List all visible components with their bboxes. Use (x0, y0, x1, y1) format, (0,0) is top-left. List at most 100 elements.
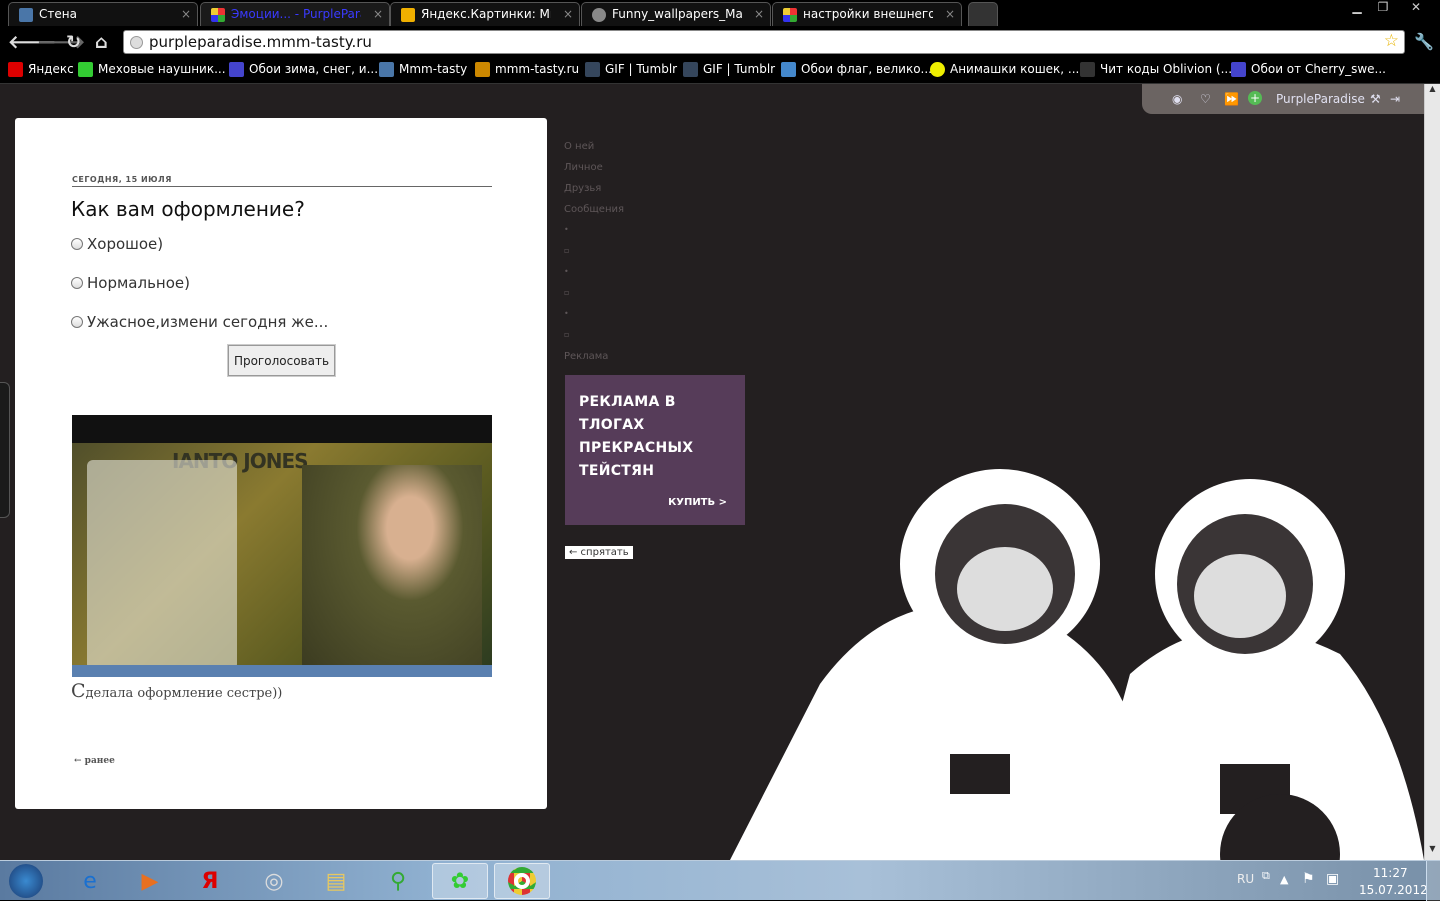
bookmark-item[interactable]: Чит коды Oblivion (... (1080, 62, 1232, 77)
bookmark-item[interactable]: Обои флаг, велико... (781, 62, 932, 77)
username-link[interactable]: PurpleParadise (1276, 92, 1365, 106)
poll-option[interactable]: Нормальное) (71, 274, 190, 292)
vk-icon (379, 62, 394, 77)
close-tab-icon[interactable]: × (181, 7, 191, 21)
menu-item[interactable]: • (564, 309, 569, 318)
bookmark-item[interactable]: mmm-tasty.ru (475, 62, 579, 77)
menu-item[interactable]: Сообщения (564, 204, 624, 215)
icq-icon[interactable]: ✿ (432, 863, 488, 899)
gif-icon (1231, 62, 1246, 77)
fast-forward-icon[interactable]: ⏩ (1224, 92, 1239, 106)
new-tab-button[interactable] (968, 2, 998, 26)
poll-option[interactable]: Хорошое) (71, 235, 163, 253)
url-text: purpleparadise.mmm-tasty.ru (149, 33, 372, 51)
network-switch-icon[interactable]: ⧉ (1262, 869, 1270, 883)
menu-item[interactable]: О ней (564, 141, 594, 152)
bookmark-item[interactable]: Меховые наушник... (78, 62, 226, 77)
astronaut-cats-image (730, 469, 1424, 860)
close-tab-icon[interactable]: × (754, 7, 764, 21)
hide-button[interactable]: ← спрятать (565, 546, 633, 559)
restore-button[interactable]: ❐ (1370, 0, 1396, 18)
add-icon[interactable]: + (1248, 91, 1262, 105)
heart-icon[interactable]: ♡ (1200, 92, 1211, 106)
address-bar[interactable]: purpleparadise.mmm-tasty.ru ☆ (123, 30, 1405, 54)
language-indicator[interactable]: RU (1237, 872, 1254, 886)
show-hidden-icons[interactable]: ▲ (1280, 873, 1288, 886)
vk-icon (19, 8, 33, 22)
menu-item[interactable]: • (564, 267, 569, 276)
wrench-icon[interactable]: 🔧 (1414, 32, 1434, 51)
bookmark-item[interactable]: Яндекс (8, 62, 74, 77)
ie-icon[interactable]: e (62, 863, 118, 899)
scroll-down-icon[interactable]: ▼ (1425, 844, 1440, 860)
ad-headline: РЕКЛАМА В ТЛОГАХ ПРЕКРАСНЫХ ТЕЙСТЯН (579, 394, 694, 479)
close-tab-icon[interactable]: × (945, 7, 955, 21)
menu-item[interactable]: Друзья (564, 183, 601, 194)
radio-button[interactable] (71, 277, 83, 289)
ad-banner[interactable]: РЕКЛАМА В ТЛОГАХ ПРЕКРАСНЫХ ТЕЙСТЯН КУПИ… (565, 375, 745, 525)
tab-1[interactable]: Эмоции... - PurpleParadise× (200, 2, 390, 26)
bookmark-item[interactable]: Анимашки кошек, ... (930, 62, 1079, 77)
post-date: СЕГОДНЯ, 15 ИЮЛЯ (72, 175, 492, 187)
logout-icon[interactable]: ⇥ (1390, 92, 1400, 106)
yandex-browser-icon[interactable]: Я (182, 863, 238, 899)
post-card: СЕГОДНЯ, 15 ИЮЛЯ Как вам оформление? Хор… (15, 118, 547, 809)
clock-time[interactable]: 11:27 (1373, 866, 1408, 880)
show-desktop-button[interactable] (1426, 861, 1440, 901)
earlier-link[interactable]: ← ранее (74, 756, 115, 766)
fg-icon (1080, 62, 1095, 77)
arrow-icon (78, 62, 93, 77)
menu-item[interactable]: ▫ (564, 288, 569, 297)
user-toolbar: ◉ ♡ ⏩ + PurpleParadise ⚒ ⇥ (1142, 84, 1424, 114)
bookmark-star-icon[interactable]: ☆ (1384, 31, 1399, 51)
buy-link[interactable]: КУПИТЬ > (668, 497, 727, 508)
menu-item[interactable]: ▫ (564, 330, 569, 339)
bookmark-item[interactable]: Обои от Cherry_swe... (1231, 62, 1386, 77)
page-info-icon[interactable] (130, 36, 143, 49)
clock-date[interactable]: 15.07.2012 (1359, 883, 1428, 897)
tab-4[interactable]: настройки внешнего вида× (772, 2, 962, 26)
action-center-icon[interactable]: ⚑ (1302, 871, 1315, 887)
close-tab-icon[interactable]: × (373, 7, 383, 21)
side-panel-handle[interactable] (0, 382, 10, 518)
network-icon[interactable]: ▣ (1326, 871, 1339, 887)
menu-item[interactable]: Личное (564, 162, 603, 173)
bookmark-item[interactable]: Обои зима, снег, и... (229, 62, 378, 77)
bookmark-item[interactable]: GIF | Tumblr (683, 62, 775, 77)
explorer-icon[interactable]: ▤ (308, 863, 364, 899)
search-tool-icon[interactable]: ⚲ (370, 863, 426, 899)
tab-0[interactable]: Стена × (8, 2, 198, 26)
home-icon[interactable]: ⌂ (95, 32, 108, 53)
rss-icon[interactable]: ◉ (1172, 92, 1182, 106)
poll-question: Как вам оформление? (71, 197, 305, 221)
settings-icon[interactable]: ⚒ (1370, 92, 1381, 106)
menu-item[interactable]: • (564, 225, 569, 234)
tab-2[interactable]: Яндекс.Картинки: Миним× (390, 2, 580, 26)
scrollbar[interactable]: ▲ ▼ (1424, 84, 1440, 860)
reload-icon[interactable]: ↻ (66, 32, 81, 53)
scroll-up-icon[interactable]: ▲ (1425, 84, 1440, 100)
tab-3[interactable]: Funny_wallpapers_Males_a× (581, 2, 771, 26)
tab-strip: Стена× Эмоции... - PurpleParadise× Яндек… (0, 0, 1440, 28)
menu-item[interactable]: ▫ (564, 246, 569, 255)
radio-button[interactable] (71, 238, 83, 250)
bookmark-item[interactable]: GIF | Tumblr (585, 62, 677, 77)
mmm-tasty-icon (783, 8, 797, 22)
start-button[interactable] (4, 863, 48, 899)
close-tab-icon[interactable]: × (563, 7, 573, 21)
chrome-icon[interactable] (494, 863, 550, 899)
bookmark-item[interactable]: Mmm-tasty (379, 62, 467, 77)
menu-item[interactable]: Реклама (564, 351, 608, 362)
close-window-button[interactable]: ✕ (1396, 0, 1436, 18)
minimize-button[interactable]: ▁ (1344, 0, 1370, 18)
tumblr-icon (585, 62, 600, 77)
gif-icon (229, 62, 244, 77)
radio-button[interactable] (71, 316, 83, 328)
media-player-icon[interactable]: ▶ (122, 863, 178, 899)
poll-option[interactable]: Ужасное,измени сегодня же... (71, 313, 328, 331)
smiley-icon (930, 62, 945, 77)
media-center-icon[interactable]: ◎ (246, 863, 302, 899)
post-screenshot-image: IANTO JONES (72, 415, 492, 677)
vote-button[interactable]: Проголосовать (227, 344, 336, 377)
calendar-icon (781, 62, 796, 77)
